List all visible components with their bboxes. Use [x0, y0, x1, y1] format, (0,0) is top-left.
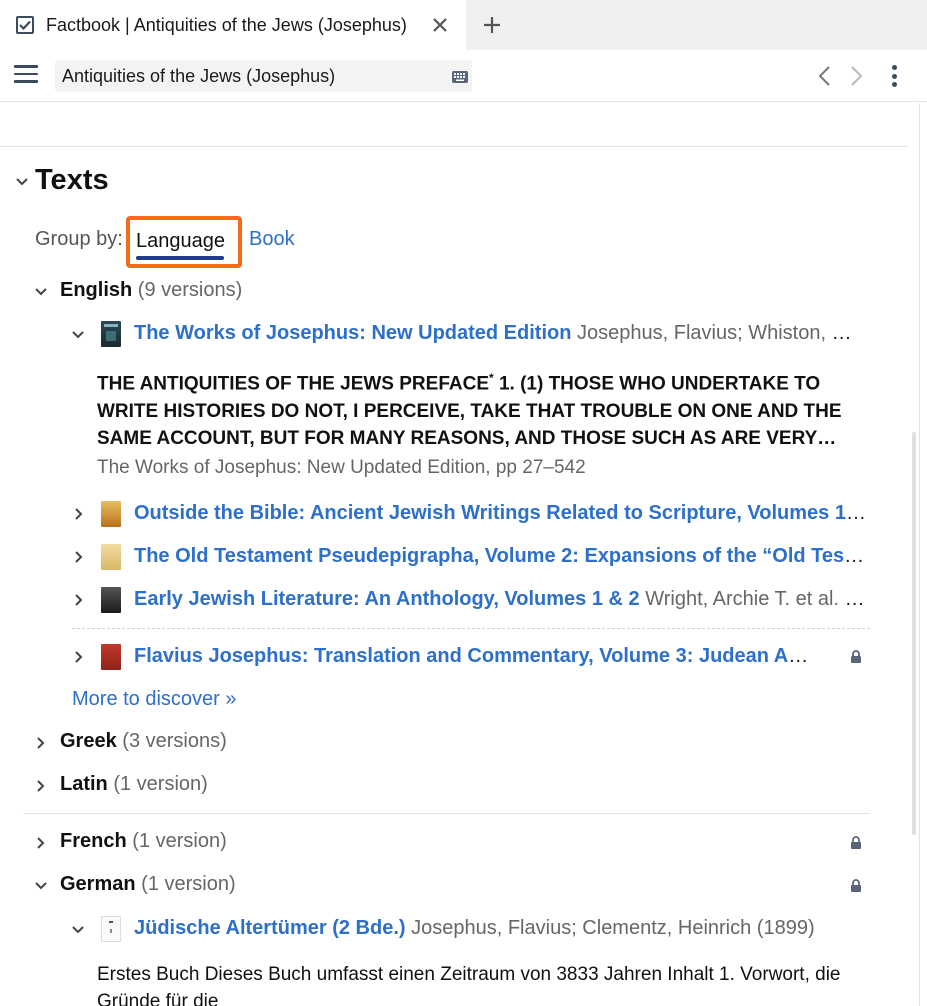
toolbar [0, 50, 927, 102]
resource-meta: Josephus, Flavius; Whiston, Willi… [577, 322, 870, 344]
close-tab-icon[interactable] [430, 15, 450, 35]
resource-row[interactable]: Jüdische Altertümer (2 Bde.) Josephus, F… [134, 917, 870, 940]
chevron-right-icon[interactable] [72, 507, 86, 521]
group-option-label: Language [136, 230, 225, 252]
selected-indicator [136, 256, 224, 260]
more-to-discover-link[interactable]: More to discover » [72, 688, 237, 711]
chevron-right-icon[interactable] [72, 650, 86, 664]
language-group-greek[interactable]: Greek (3 versions) [60, 730, 227, 753]
language-name: Greek [60, 730, 117, 752]
language-name: Latin [60, 773, 108, 795]
chevron-down-icon[interactable] [71, 923, 85, 937]
language-name: English [60, 279, 133, 301]
chevron-right-icon[interactable] [34, 736, 48, 750]
resource-row[interactable]: Outside the Bible: Ancient Jewish Writin… [134, 502, 870, 525]
back-icon[interactable] [815, 64, 835, 88]
version-count: (1 version) [113, 773, 208, 795]
resource-meta: Wright, Archie T. et al. (20… [645, 588, 870, 610]
resource-meta: Josephus, Flavius; Clementz, Heinrich (1… [411, 917, 815, 939]
language-name: German [60, 873, 136, 895]
resource-excerpt[interactable]: THE ANTIQUITIES OF THE JEWS PREFACE* 1. … [97, 365, 867, 453]
version-count: (1 version) [132, 830, 227, 852]
section-title: Texts [35, 164, 109, 196]
chevron-right-icon[interactable] [34, 779, 48, 793]
search-box[interactable] [55, 60, 472, 92]
resource-row[interactable]: Flavius Josephus: Translation and Commen… [134, 645, 814, 668]
resource-row[interactable]: Early Jewish Literature: An Anthology, V… [134, 588, 870, 611]
divider [72, 628, 870, 629]
resource-row[interactable]: The Old Testament Pseudepigrapha, Volume… [134, 545, 870, 568]
language-name: French [60, 830, 127, 852]
chevron-right-icon[interactable] [72, 593, 86, 607]
excerpt-source: The Works of Josephus: New Updated Editi… [97, 457, 586, 478]
keyboard-icon[interactable] [452, 70, 468, 83]
language-group-latin[interactable]: Latin (1 version) [60, 773, 208, 796]
language-group-french[interactable]: French (1 version) [60, 830, 227, 853]
resource-title[interactable]: Flavius Josephus: Translation and Commen… [134, 645, 814, 667]
version-count: (1 version) [141, 873, 236, 895]
chevron-right-icon[interactable] [72, 550, 86, 564]
more-options-icon[interactable] [884, 63, 904, 89]
book-cover-icon[interactable] [101, 916, 121, 942]
book-cover-icon[interactable] [101, 644, 121, 670]
resource-title[interactable]: Jüdische Altertümer (2 Bde.) [134, 917, 406, 939]
book-cover-icon[interactable] [101, 587, 121, 613]
group-by-label: Group by: [35, 228, 123, 250]
book-cover-icon[interactable] [101, 321, 121, 347]
language-group-english[interactable]: English (9 versions) [60, 279, 242, 302]
factbook-content: Texts Group by: Language Book English (9… [0, 103, 920, 1006]
resource-excerpt[interactable]: Erstes Buch Dieses Buch umfasst einen Ze… [97, 961, 867, 1006]
resource-title[interactable]: The Works of Josephus: New Updated Editi… [134, 322, 571, 344]
lock-icon [851, 836, 861, 849]
group-by-book-option[interactable]: Book [249, 228, 295, 251]
new-tab-icon[interactable] [480, 13, 504, 37]
version-count: (9 versions) [137, 279, 243, 301]
group-by-language-option[interactable]: Language [126, 216, 242, 268]
hamburger-menu-icon[interactable] [14, 65, 38, 87]
active-tab[interactable]: Factbook | Antiquities of the Jews (Jose… [0, 0, 466, 50]
chevron-down-icon[interactable] [34, 285, 48, 299]
lock-icon [851, 879, 861, 892]
tab-title: Factbook | Antiquities of the Jews (Jose… [46, 14, 407, 35]
resource-title[interactable]: Early Jewish Literature: An Anthology, V… [134, 588, 640, 610]
book-cover-icon[interactable] [101, 501, 121, 527]
chevron-down-icon[interactable] [15, 175, 29, 189]
resource-title[interactable]: The Old Testament Pseudepigrapha, Volume… [134, 545, 870, 567]
divider [23, 813, 870, 814]
lock-icon [851, 650, 861, 663]
version-count: (3 versions) [122, 730, 227, 752]
forward-icon[interactable] [846, 64, 866, 88]
chevron-down-icon[interactable] [71, 328, 85, 342]
book-cover-icon[interactable] [101, 544, 121, 570]
resource-title[interactable]: Outside the Bible: Ancient Jewish Writin… [134, 502, 870, 524]
factbook-icon [16, 16, 34, 34]
chevron-down-icon[interactable] [34, 879, 48, 893]
tab-bar: Factbook | Antiquities of the Jews (Jose… [0, 0, 927, 50]
chevron-right-icon[interactable] [34, 836, 48, 850]
search-input[interactable] [62, 63, 442, 89]
resource-row[interactable]: The Works of Josephus: New Updated Editi… [134, 322, 870, 345]
divider [0, 146, 908, 147]
language-group-german[interactable]: German (1 version) [60, 873, 236, 896]
